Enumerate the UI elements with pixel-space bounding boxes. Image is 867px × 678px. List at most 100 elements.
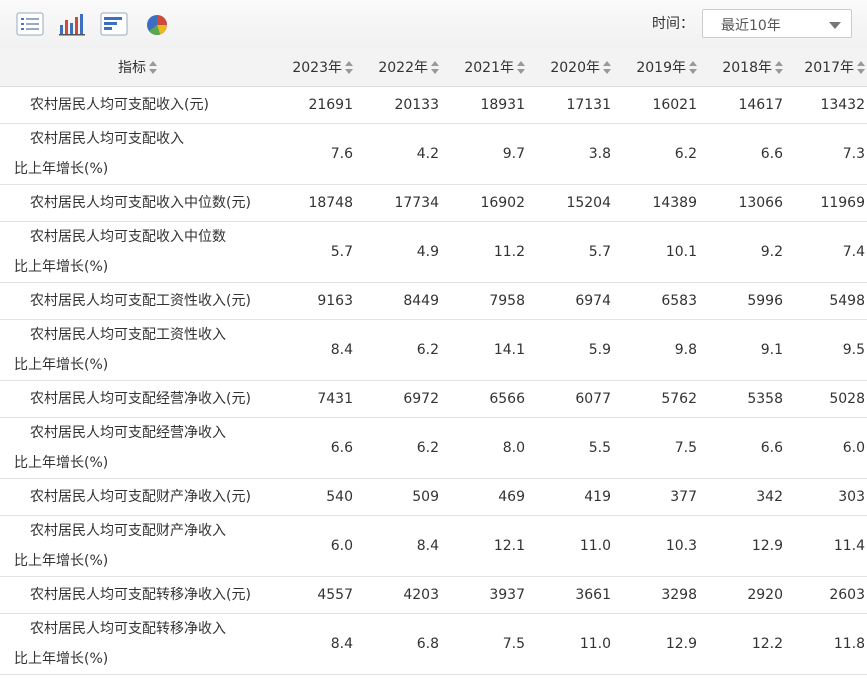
table-cell: 13432 [791, 86, 867, 124]
table-cell: 9.2 [705, 221, 791, 283]
indicator-line1: 农村居民人均可支配经营净收入(元) [30, 391, 251, 407]
row-indicator-label: 农村居民人均可支配工资性收入(元) [0, 282, 275, 320]
table-cell: 8.0 [447, 417, 533, 479]
column-header-label: 2018年 [722, 60, 772, 76]
indicator-line2: 比上年增长(%) [14, 455, 109, 471]
table-cell: 9163 [275, 282, 361, 320]
table-cell: 303 [791, 478, 867, 516]
indicator-line1: 农村居民人均可支配收入 [30, 131, 184, 147]
table-cell: 540 [275, 478, 361, 516]
table-cell: 6583 [619, 282, 705, 320]
indicator-line1: 农村居民人均可支配转移净收入 [30, 621, 226, 637]
table-cell: 12.9 [619, 613, 705, 675]
table-cell: 12.2 [705, 613, 791, 675]
indicator-line2: 比上年增长(%) [14, 553, 109, 569]
indicator-line2: 比上年增长(%) [14, 651, 109, 667]
table-cell: 18748 [275, 184, 361, 222]
row-indicator-label: 农村居民人均可支配经营净收入(元) [0, 380, 275, 418]
indicator-line1: 农村居民人均可支配收入中位数(元) [30, 195, 251, 211]
row-indicator-label: 农村居民人均可支配收入比上年增长(%) [0, 123, 275, 185]
table-cell: 9.8 [619, 319, 705, 381]
column-header-label: 2021年 [464, 60, 514, 76]
column-header-year[interactable]: 2017年 [791, 48, 867, 87]
indicator-line2: 比上年增长(%) [14, 259, 109, 275]
row-indicator-label: 农村居民人均可支配工资性收入 比上年增长(%) [0, 319, 275, 381]
row-indicator-label: 农村居民人均可支配收入(元) [0, 86, 275, 124]
table-cell: 12.1 [447, 515, 533, 577]
indicator-line1: 农村居民人均可支配经营净收入 [30, 425, 226, 441]
table-cell: 7.5 [447, 613, 533, 675]
table-cell: 11.2 [447, 221, 533, 283]
table-cell: 7.5 [619, 417, 705, 479]
row-indicator-label: 农村居民人均可支配转移净收入(元) [0, 576, 275, 614]
indicator-line1: 农村居民人均可支配收入中位数 [30, 229, 226, 245]
table-cell: 10.3 [619, 515, 705, 577]
column-header-label: 2023年 [292, 60, 342, 76]
indicator-line1: 农村居民人均可支配转移净收入(元) [30, 587, 251, 603]
table-cell: 11.0 [533, 613, 619, 675]
table-cell: 17734 [361, 184, 447, 222]
table-cell: 4.2 [361, 123, 447, 185]
indicator-line1: 农村居民人均可支配工资性收入(元) [30, 293, 251, 309]
table-cell: 14.1 [447, 319, 533, 381]
column-header-year[interactable]: 2020年 [533, 48, 619, 87]
row-indicator-label: 农村居民人均可支配收入中位数比上年增长(%) [0, 221, 275, 283]
table-cell: 15204 [533, 184, 619, 222]
table-cell: 14389 [619, 184, 705, 222]
table-cell: 5996 [705, 282, 791, 320]
table-cell: 11.8 [791, 613, 867, 675]
table-cell: 5.5 [533, 417, 619, 479]
column-header-year[interactable]: 2021年 [447, 48, 533, 87]
table-cell: 16902 [447, 184, 533, 222]
table-cell: 2920 [705, 576, 791, 614]
table-cell: 6.6 [275, 417, 361, 479]
table-row: 农村居民人均可支配经营净收入(元) 7431 6972 6566 6077 5762 535… [0, 380, 867, 418]
table-cell: 8.4 [275, 613, 361, 675]
column-header-year[interactable]: 2022年 [361, 48, 447, 87]
table-cell: 5.9 [533, 319, 619, 381]
table-cell: 3661 [533, 576, 619, 614]
table-view-icon[interactable] [16, 11, 44, 37]
table-cell: 16021 [619, 86, 705, 124]
table-cell: 5.7 [533, 221, 619, 283]
table-cell: 11.0 [533, 515, 619, 577]
time-range-select[interactable]: 最近10年 [702, 9, 852, 38]
column-header-indicator[interactable]: 指标 [0, 48, 275, 87]
column-header-year[interactable]: 2018年 [705, 48, 791, 87]
table-cell: 9.7 [447, 123, 533, 185]
row-indicator-label: 农村居民人均可支配财产净收入(元) [0, 478, 275, 516]
table-cell: 6077 [533, 380, 619, 418]
sort-icon [517, 61, 525, 75]
table-cell: 9.1 [705, 319, 791, 381]
bar-chart-icon[interactable] [58, 11, 86, 37]
table-cell: 377 [619, 478, 705, 516]
table-cell: 7.4 [791, 221, 867, 283]
table-cell: 342 [705, 478, 791, 516]
horizontal-bar-icon[interactable] [100, 11, 128, 37]
indicator-line2: 比上年增长(%) [14, 161, 109, 177]
table-cell: 4.9 [361, 221, 447, 283]
column-header-year[interactable]: 2019年 [619, 48, 705, 87]
pie-chart-icon[interactable] [144, 11, 172, 37]
table-cell: 6972 [361, 380, 447, 418]
table-cell: 3.8 [533, 123, 619, 185]
header-row: 指标 2023年 2022年 2021年 2020年 2019年 2018年 2… [0, 48, 867, 87]
table-cell: 5498 [791, 282, 867, 320]
table-row: 农村居民人均可支配经营净收入 比上年增长(%) 6.6 6.2 8.0 5.5 7.5 6.6… [0, 417, 867, 479]
table-cell: 18931 [447, 86, 533, 124]
indicator-line2: 比上年增长(%) [14, 357, 109, 373]
table-cell: 12.9 [705, 515, 791, 577]
sort-icon [603, 61, 611, 75]
table-row: 农村居民人均可支配转移净收入(元) 4557 4203 3937 3661 3298 292… [0, 576, 867, 614]
table-cell: 4557 [275, 576, 361, 614]
table-row: 农村居民人均可支配转移净收入 比上年增长(%) 8.4 6.8 7.5 11.0 12.9 1… [0, 613, 867, 675]
chevron-down-icon [829, 22, 841, 29]
column-header-year[interactable]: 2023年 [275, 48, 361, 87]
table-cell: 6.2 [361, 417, 447, 479]
table-cell: 17131 [533, 86, 619, 124]
sort-icon [857, 61, 865, 75]
table-cell: 6.6 [705, 123, 791, 185]
row-indicator-label: 农村居民人均可支配经营净收入比上年增长(%) [0, 417, 275, 479]
table-cell: 3298 [619, 576, 705, 614]
toolbar: 时间： 最近10年 [0, 0, 867, 49]
